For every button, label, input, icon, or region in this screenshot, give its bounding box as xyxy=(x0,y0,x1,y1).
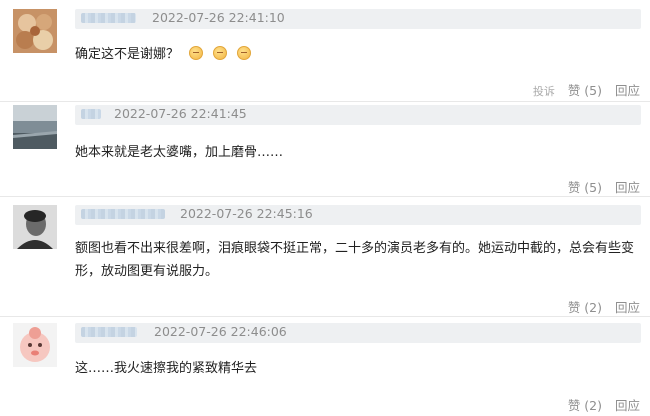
username-blurred[interactable] xyxy=(81,13,136,23)
comment-text: 额图也看不出来很差啊，泪痕眼袋不挺正常，二十多的演员老多有的。她运动中截的，总会… xyxy=(75,237,635,283)
comment-header: 2022-07-26 22:46:06 xyxy=(75,323,641,343)
timestamp: 2022-07-26 22:41:45 xyxy=(114,106,247,121)
comment-body: 这……我火速擦我的紧致精华去 xyxy=(75,361,258,376)
comment-text: 这……我火速擦我的紧致精华去 xyxy=(75,357,257,380)
comment-body: 她本来就是老太婆嘴，加上磨骨…… xyxy=(75,145,284,160)
grimace-face-icon xyxy=(213,46,228,60)
comment-actions: 赞 (2) 回应 xyxy=(559,297,640,316)
reply-button[interactable]: 回应 xyxy=(615,180,640,195)
comment-actions: 投诉 赞 (5) 回应 xyxy=(524,80,640,99)
comment-actions: 赞 (2) 回应 xyxy=(559,395,640,414)
reply-button[interactable]: 回应 xyxy=(615,83,640,98)
like-button[interactable]: 赞 (2) xyxy=(568,300,602,315)
comment-item: 2022-07-26 22:46:06 这……我火速擦我的紧致精华去 赞 (2)… xyxy=(0,317,650,416)
like-button[interactable]: 赞 (5) xyxy=(568,83,602,98)
surprised-face-icon xyxy=(237,46,252,60)
avatar[interactable] xyxy=(13,323,57,367)
username-blurred[interactable] xyxy=(81,209,165,219)
comment-text: 确定这不是谢娜？ xyxy=(75,43,252,66)
comment-body-line-1: 额图也看不出来很差啊，泪痕眼袋不挺正常，二十多的演员老多有的。她运动中截的，总会… xyxy=(75,241,635,256)
avatar[interactable] xyxy=(13,205,57,249)
reply-button[interactable]: 回应 xyxy=(615,300,640,315)
timestamp: 2022-07-26 22:41:10 xyxy=(152,10,285,25)
comment-item: 2022-07-26 22:41:10 确定这不是谢娜？ 投诉 赞 (5) 回应 xyxy=(0,0,650,100)
like-button[interactable]: 赞 (2) xyxy=(568,398,602,413)
username-blurred[interactable] xyxy=(81,109,101,119)
comment-body: 确定这不是谢娜？ xyxy=(75,47,180,62)
avatar[interactable] xyxy=(13,105,57,149)
report-link[interactable]: 投诉 xyxy=(533,85,555,98)
comment-header: 2022-07-26 22:41:10 xyxy=(75,9,641,29)
comment-item: 2022-07-26 22:41:45 她本来就是老太婆嘴，加上磨骨…… 赞 (… xyxy=(0,102,650,196)
comment-body-line-2: 形，放动图更有说服力。 xyxy=(75,264,219,279)
username-blurred[interactable] xyxy=(81,327,137,337)
timestamp: 2022-07-26 22:46:06 xyxy=(154,324,287,339)
timestamp: 2022-07-26 22:45:16 xyxy=(180,206,313,221)
confused-face-icon xyxy=(189,46,204,60)
comment-text: 她本来就是老太婆嘴，加上磨骨…… xyxy=(75,141,283,164)
avatar[interactable] xyxy=(13,9,57,53)
reply-button[interactable]: 回应 xyxy=(615,398,640,413)
comment-header: 2022-07-26 22:41:45 xyxy=(75,105,641,125)
like-button[interactable]: 赞 (5) xyxy=(568,180,602,195)
comment-header: 2022-07-26 22:45:16 xyxy=(75,205,641,225)
comment-actions: 赞 (5) 回应 xyxy=(559,177,640,196)
comment-item: 2022-07-26 22:45:16 额图也看不出来很差啊，泪痕眼袋不挺正常，… xyxy=(0,197,650,315)
